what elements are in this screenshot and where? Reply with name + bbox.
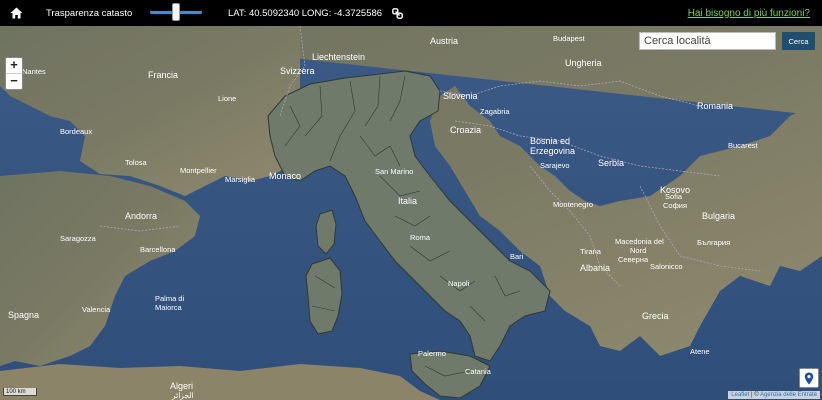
transparency-label: Trasparenza catasto — [46, 7, 133, 19]
search-input[interactable] — [639, 32, 776, 50]
transparency-slider[interactable] — [150, 0, 202, 26]
home-icon — [10, 7, 22, 19]
locate-button[interactable] — [799, 368, 819, 388]
map-canvas[interactable]: Austria Liechtenstein Svizzera Francia S… — [0, 26, 822, 400]
attribution-separator: | © — [749, 392, 760, 398]
scale-bar: 100 km — [3, 388, 37, 396]
help-link[interactable]: Hai bisogno di più funzioni? — [688, 0, 810, 26]
coordinates-readout: LAT: 40.5092340 LONG: -4.3725586 — [228, 7, 383, 19]
basemap — [0, 26, 822, 400]
top-toolbar: Trasparenza catasto LAT: 40.5092340 LONG… — [0, 0, 822, 26]
zoom-control: + − — [5, 57, 23, 90]
link-icon — [391, 7, 403, 19]
map-attribution: Leaflet | © Agenzia delle Entrate — [728, 391, 820, 399]
attribution-leaflet-link[interactable]: Leaflet — [731, 392, 749, 398]
zoom-out-button[interactable]: − — [6, 73, 22, 89]
home-button[interactable] — [8, 0, 24, 26]
map-marker-icon — [804, 372, 814, 384]
zoom-in-button[interactable]: + — [6, 58, 22, 73]
search-button[interactable]: Cerca — [782, 32, 815, 50]
slider-thumb[interactable] — [172, 3, 180, 21]
attribution-source-link[interactable]: Agenzia delle Entrate — [760, 392, 817, 398]
link-button[interactable] — [390, 0, 404, 26]
